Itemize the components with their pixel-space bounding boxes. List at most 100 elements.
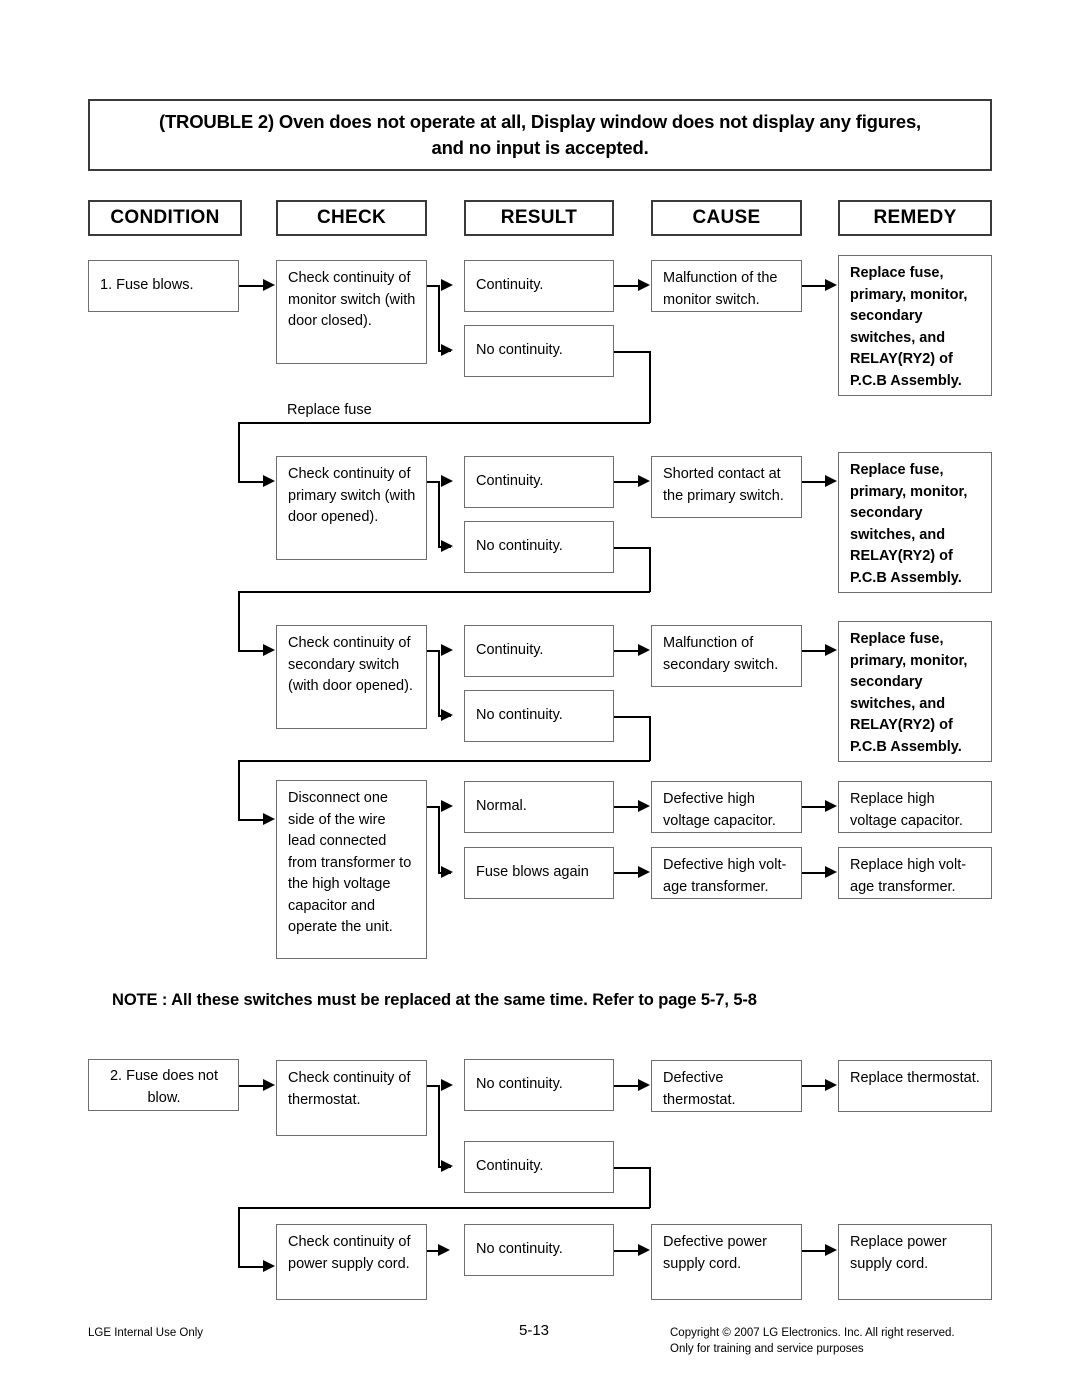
arrow-to-check2 <box>263 475 275 487</box>
result-box-normal: Normal. <box>464 781 614 833</box>
arrow-check4-to-result-a <box>441 800 453 812</box>
trouble-title-line-2: and no input is accepted. <box>431 137 649 158</box>
column-header-remedy: REMEDY <box>838 200 992 236</box>
connector-condition1-to-check1 <box>239 285 264 287</box>
arrow-check2-to-result-b <box>441 540 453 552</box>
check-box-monitor-switch: Check continuity of monitor switch (with… <box>276 260 427 364</box>
remedy-box-replace-hv-capacitor: Replace high voltage capacitor. <box>838 781 992 833</box>
connector-condition2-to-check5 <box>239 1085 264 1087</box>
check-box-power-supply-cord: Check continuity of power supply cord. <box>276 1224 427 1300</box>
arrow-cause4a-to-remedy4a <box>825 800 837 812</box>
connector-cause4b-to-remedy4b <box>802 872 826 874</box>
footer-copyright-line-2: Only for training and service purposes <box>670 1343 864 1355</box>
remedy-box-replace-hv-transformer: Replace high volt-age transformer. <box>838 847 992 899</box>
arrow-result4b-to-cause4b <box>638 866 650 878</box>
connector-result3b-left <box>238 760 650 762</box>
connector-cause3-to-remedy3 <box>802 650 826 652</box>
arrow-result6-to-cause6 <box>638 1244 650 1256</box>
connector-result1b-left <box>238 422 650 424</box>
connector-cause5-to-remedy5 <box>802 1085 826 1087</box>
connector-result2b-left <box>238 591 650 593</box>
connector-to-check3-right <box>238 650 264 652</box>
column-header-cause: CAUSE <box>651 200 802 236</box>
result-box-thermostat-continuity: Continuity. <box>464 1141 614 1193</box>
connector-result4b-to-cause4b <box>614 872 639 874</box>
arrow-cause6-to-remedy6 <box>825 1244 837 1256</box>
arrow-check1-to-result-b <box>441 344 453 356</box>
result-box-fuse-blows-again: Fuse blows again <box>464 847 614 899</box>
note-line: NOTE : All these switches must be replac… <box>112 991 757 1009</box>
connector-result5b-left <box>238 1207 650 1209</box>
cause-box-defective-thermostat: Defective thermostat. <box>651 1060 802 1112</box>
column-header-result: RESULT <box>464 200 614 236</box>
connector-cause2-to-remedy2 <box>802 481 826 483</box>
cause-box-defective-hv-transformer: Defective high volt-age transformer. <box>651 847 802 899</box>
remedy-box-secondary-switch: Replace fuse, primary, monitor, secondar… <box>838 621 992 762</box>
connector-result6-to-cause6 <box>614 1250 639 1252</box>
trouble-title-banner: (TROUBLE 2) Oven does not operate at all… <box>88 99 992 171</box>
footer-page-number: 5-13 <box>519 1322 550 1339</box>
check-box-disconnect-transformer-wire: Disconnect one side of the wire lead con… <box>276 780 427 959</box>
arrow-cause3-to-remedy3 <box>825 644 837 656</box>
result-box-monitor-no-continuity: No continuity. <box>464 325 614 377</box>
connector-result3b-down <box>649 716 651 761</box>
arrow-result2a-to-cause2 <box>638 475 650 487</box>
connector-check5-vertical <box>438 1085 440 1167</box>
arrow-cause1-to-remedy1 <box>825 279 837 291</box>
connector-to-check3-down <box>238 591 240 651</box>
result-box-monitor-continuity: Continuity. <box>464 260 614 312</box>
connector-result3a-to-cause3 <box>614 650 639 652</box>
footer-copyright-line-1: Copyright © 2007 LG Electronics. Inc. Al… <box>670 1327 955 1339</box>
result-box-primary-no-continuity: No continuity. <box>464 521 614 573</box>
cause-box-defective-power-supply-cord: Defective power supply cord. <box>651 1224 802 1300</box>
connector-result5a-to-cause5 <box>614 1085 639 1087</box>
connector-result2b-down <box>649 547 651 592</box>
arrow-check6-to-result6 <box>438 1244 450 1256</box>
arrow-cause5-to-remedy5 <box>825 1079 837 1091</box>
arrow-check5-to-result-b <box>441 1160 453 1172</box>
label-replace-fuse: Replace fuse <box>287 402 372 418</box>
connector-cause1-to-remedy1 <box>802 285 826 287</box>
connector-result1b-right <box>614 351 650 353</box>
connector-to-check4-down <box>238 760 240 820</box>
check-box-primary-switch: Check continuity of primary switch (with… <box>276 456 427 560</box>
remedy-box-replace-thermostat: Replace thermostat. <box>838 1060 992 1112</box>
arrow-check2-to-result-a <box>441 475 453 487</box>
result-box-secondary-continuity: Continuity. <box>464 625 614 677</box>
column-header-check: CHECK <box>276 200 427 236</box>
arrow-to-check4 <box>263 813 275 825</box>
result-box-thermostat-no-continuity: No continuity. <box>464 1059 614 1111</box>
connector-result3b-right <box>614 716 650 718</box>
connector-cause6-to-remedy6 <box>802 1250 826 1252</box>
connector-result1b-down <box>649 351 651 423</box>
remedy-box-primary-switch: Replace fuse, primary, monitor, secondar… <box>838 452 992 593</box>
connector-result2a-to-cause2 <box>614 481 639 483</box>
arrow-condition2-to-check5 <box>263 1079 275 1091</box>
footer-copyright: Copyright © 2007 LG Electronics. Inc. Al… <box>670 1325 955 1357</box>
arrow-cause2-to-remedy2 <box>825 475 837 487</box>
arrow-cause4b-to-remedy4b <box>825 866 837 878</box>
connector-cause4a-to-remedy4a <box>802 806 826 808</box>
connector-to-check6-down <box>238 1207 240 1267</box>
arrow-check3-to-result-a <box>441 644 453 656</box>
connector-to-check4-right <box>238 819 264 821</box>
condition-box-1: 1. Fuse blows. <box>88 260 239 312</box>
arrow-check5-to-result-a <box>441 1079 453 1091</box>
arrow-result1a-to-cause1 <box>638 279 650 291</box>
connector-check4-vertical <box>438 806 440 873</box>
connector-to-check6-right <box>238 1266 264 1268</box>
result-box-secondary-no-continuity: No continuity. <box>464 690 614 742</box>
arrow-to-check3 <box>263 644 275 656</box>
cause-box-secondary-switch: Malfunction of secondary switch. <box>651 625 802 687</box>
result-box-cord-no-continuity: No continuity. <box>464 1224 614 1276</box>
connector-result4a-to-cause4a <box>614 806 639 808</box>
connector-check1-vertical <box>438 285 440 351</box>
check-box-secondary-switch: Check continuity of secondary switch (wi… <box>276 625 427 729</box>
connector-check3-vertical <box>438 650 440 716</box>
arrow-result4a-to-cause4a <box>638 800 650 812</box>
connector-result2b-right <box>614 547 650 549</box>
remedy-box-monitor-switch: Replace fuse, primary, monitor, secondar… <box>838 255 992 396</box>
arrow-check3-to-result-b <box>441 709 453 721</box>
connector-result1a-to-cause1 <box>614 285 639 287</box>
column-header-condition: CONDITION <box>88 200 242 236</box>
